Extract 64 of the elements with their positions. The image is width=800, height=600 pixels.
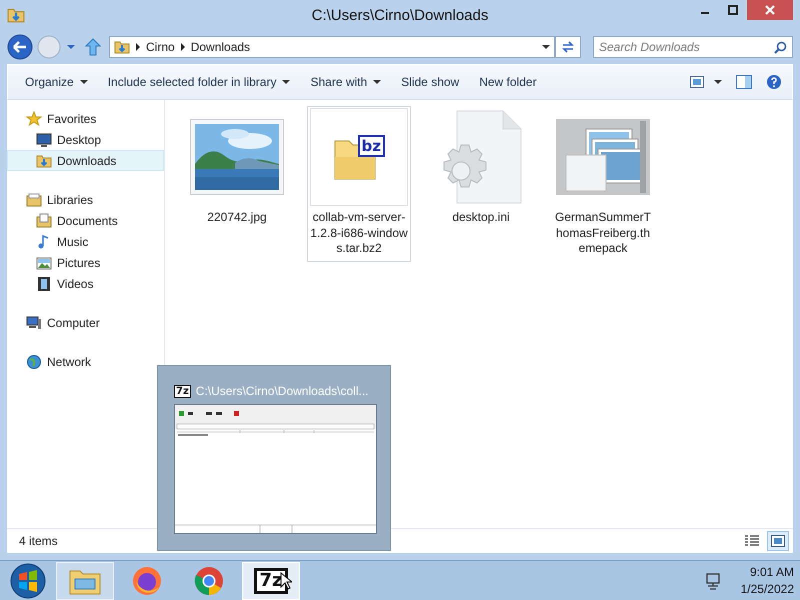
taskbar-button[interactable]: 7z — [242, 562, 300, 600]
nav-item[interactable]: Documents — [7, 210, 164, 231]
large-icons-icon — [771, 535, 785, 547]
address-bar[interactable]: Cirno Downloads — [109, 36, 555, 58]
search-icon[interactable] — [774, 41, 787, 54]
up-button[interactable] — [85, 38, 101, 56]
toolbar-button[interactable]: New folder — [472, 71, 544, 93]
minimize-icon — [701, 12, 709, 14]
preview-pane-button[interactable] — [734, 73, 754, 91]
breadcrumb[interactable]: Cirno — [146, 40, 175, 54]
computer-icon — [26, 314, 42, 330]
documents-icon — [36, 212, 52, 228]
back-button[interactable] — [7, 34, 33, 60]
toolbar-button[interactable]: Organize — [18, 71, 95, 93]
details-icon — [745, 535, 759, 547]
nav-item[interactable]: Pictures — [7, 252, 164, 273]
preview-pane-icon — [736, 75, 752, 89]
library-icon — [26, 192, 42, 208]
toolbar-button[interactable]: Include selected folder in library — [100, 71, 298, 93]
nav-item[interactable]: Music — [7, 231, 164, 252]
file-item[interactable]: desktop.ini — [429, 106, 533, 231]
toolbar-button[interactable]: Share with — [303, 71, 388, 93]
app-logo: 7z — [174, 384, 191, 398]
maximize-icon — [728, 5, 738, 15]
nav-item[interactable]: Libraries — [7, 189, 164, 210]
close-button[interactable] — [747, 0, 793, 20]
view-icon — [690, 76, 704, 88]
film-icon — [36, 276, 52, 292]
fox-globe-icon — [131, 565, 163, 597]
breadcrumb[interactable]: Downloads — [190, 40, 250, 54]
help-button[interactable] — [764, 72, 784, 92]
nav-item[interactable]: Videos — [7, 273, 164, 294]
close-icon — [765, 5, 775, 15]
file-item[interactable]: bz collab-vm-server-1.2.8-i686-windows.tar.bz2 — [307, 106, 411, 262]
star-icon — [26, 110, 42, 126]
downloads-folder-icon — [36, 152, 52, 168]
folder-icon — [7, 6, 25, 24]
preview-title: C:\Users\Cirno\Downloads\coll... — [196, 384, 369, 398]
monitor-icon — [36, 132, 52, 148]
window-preview[interactable]: 7z C:\Users\Cirno\Downloads\coll... — [157, 365, 391, 551]
search-field[interactable]: Search Downloads — [593, 36, 793, 58]
cursor-icon — [280, 572, 292, 590]
globe-icon — [26, 354, 42, 370]
taskbar-button[interactable] — [56, 562, 114, 600]
nav-item[interactable]: Downloads — [7, 150, 164, 171]
file-item[interactable]: GermanSummerThomasFreiberg.themepack — [551, 106, 655, 262]
clock[interactable]: 9:01 AM 1/25/2022 — [740, 564, 794, 598]
view-options-button[interactable] — [688, 74, 724, 90]
file-item[interactable]: 220742.jpg — [185, 106, 289, 231]
nav-item[interactable]: Computer — [7, 312, 164, 333]
refresh-icon — [561, 41, 575, 53]
pictures-icon — [36, 254, 52, 270]
help-icon — [766, 74, 782, 90]
item-count: 4 items — [19, 534, 58, 548]
large-icons-view-button[interactable] — [767, 531, 789, 551]
folder-icon — [114, 39, 130, 55]
toolbar-button[interactable]: Slide show — [394, 71, 466, 93]
themepack-icon — [556, 119, 650, 195]
refresh-button[interactable] — [555, 36, 581, 58]
file-type-badge: bz — [358, 135, 385, 157]
nav-item[interactable]: Favorites — [7, 108, 164, 129]
chrome-icon — [193, 565, 225, 597]
nav-item[interactable]: Desktop — [7, 129, 164, 150]
window-title: C:\Users\Cirno\Downloads — [312, 6, 488, 24]
